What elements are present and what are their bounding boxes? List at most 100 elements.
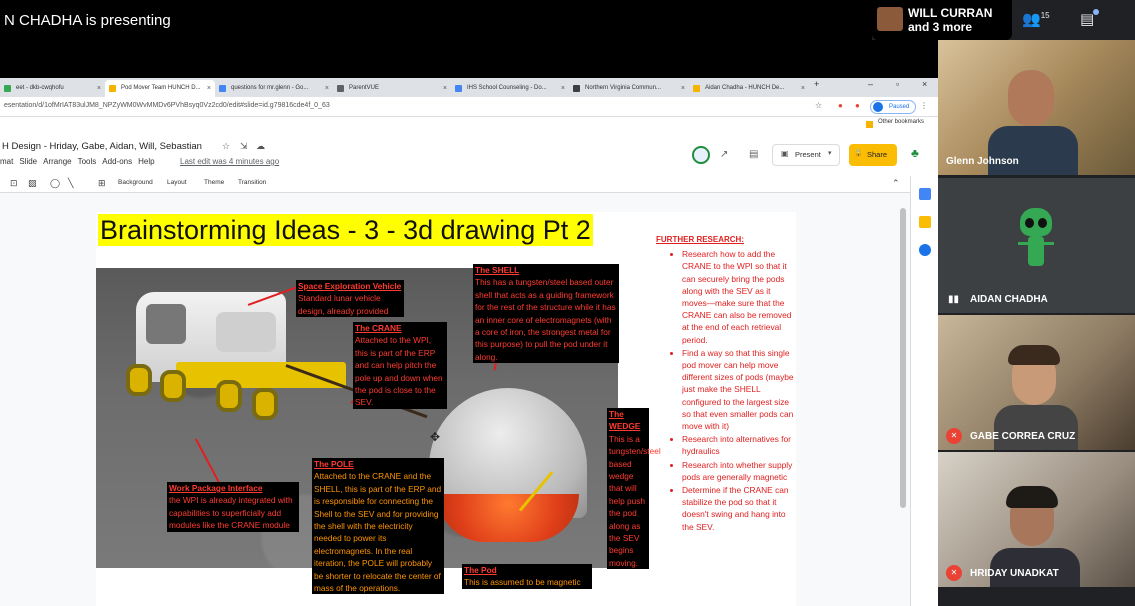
tab-favicon-icon (4, 85, 11, 92)
maximize-icon[interactable]: ▫ (896, 79, 899, 89)
keep-icon[interactable] (919, 216, 931, 228)
url-text: esentation/d/1ofMrIAT83ulJM8_NPZyWM0WvMM… (4, 102, 330, 109)
theme-button[interactable]: Theme (204, 179, 224, 186)
menu-tools[interactable]: Tools (78, 157, 97, 166)
close-icon[interactable]: × (561, 80, 565, 97)
alien-arm (1044, 242, 1054, 245)
chat-icon[interactable]: ▤ (1080, 10, 1094, 28)
present-icon: ▣ (781, 149, 789, 158)
activity-icon[interactable]: ↗ (720, 149, 728, 160)
rover-wheel (126, 364, 152, 396)
participant-hair (1006, 486, 1058, 508)
close-icon[interactable]: × (443, 80, 447, 97)
user-avatar-icon[interactable]: ♣ (911, 146, 919, 160)
people-icon[interactable]: 👥15 (1022, 10, 1050, 28)
extension-icon[interactable]: ● (838, 101, 843, 110)
slide[interactable]: Brainstorming Ideas - 3 - 3d drawing Pt … (96, 212, 796, 606)
label-shell-text: This has a tungsten/steel based outer sh… (475, 277, 616, 362)
tab-2[interactable]: questions for mr.glenn - Go... × (215, 80, 333, 97)
label-pod: The Pod This is assumed to be magnetic (462, 564, 592, 589)
new-tab-icon[interactable]: + (814, 79, 819, 89)
image-icon[interactable]: ▨ (28, 178, 37, 189)
move-icon[interactable]: ⇲ (240, 141, 248, 152)
participant-tile-hriday[interactable]: ✕ HRIDAY UNADKAT (938, 452, 1135, 587)
minimize-icon[interactable]: – (868, 79, 873, 89)
label-crane: The CRANE Attached to the WPI, this is pa… (353, 322, 447, 409)
close-icon[interactable]: × (801, 80, 805, 97)
rover-wheel (252, 388, 278, 420)
extension-icon[interactable]: ● (855, 101, 860, 110)
layout-button[interactable]: Layout (167, 179, 187, 186)
comment-add-icon[interactable]: ⊞ (98, 178, 106, 189)
scrollbar[interactable] (900, 208, 906, 508)
transition-button[interactable]: Transition (238, 179, 266, 186)
participant-tile-aidan[interactable]: ▮▮ AIDAN CHADHA (938, 178, 1135, 313)
label-wedge-text: This is a tungsten/steel based wedge tha… (609, 433, 661, 568)
close-window-icon[interactable]: × (922, 79, 927, 89)
textbox-icon[interactable]: ⊡ (10, 178, 18, 189)
lock-icon: 🔒 (854, 150, 863, 157)
collapse-icon[interactable]: ⌃ (892, 178, 900, 189)
rover-frame (176, 362, 346, 388)
other-bookmarks[interactable]: Other bookmarks (878, 119, 924, 125)
close-icon[interactable]: × (325, 80, 329, 97)
editing-toolbar: ⊡ ▨ ◯ ╲ ⊞ Background Layout Theme Transi… (0, 176, 910, 193)
further-research: FURTHER RESEARCH: Research how to add th… (656, 234, 794, 534)
menu-add-ons[interactable]: Add-ons (102, 157, 132, 166)
address-bar[interactable]: esentation/d/1ofMrIAT83ulJM8_NPZyWM0WvMM… (0, 97, 938, 117)
participant-shirt (988, 126, 1078, 175)
tasks-icon[interactable] (919, 244, 931, 256)
tab-favicon-icon (337, 85, 344, 92)
rover-wheel (216, 380, 242, 412)
label-sev-heading: Space Exploration Vehicle (298, 281, 402, 291)
menu-arrange[interactable]: Arrange (43, 157, 71, 166)
participant-hair (1008, 345, 1060, 365)
cloud-icon[interactable]: ☁ (256, 141, 265, 152)
document-title[interactable]: H Design - Hriday, Gabe, Aidan, Will, Se… (2, 141, 202, 152)
participant-name: Glenn Johnson (946, 156, 1019, 167)
tab-label: eet - dkb-cwqhofu (16, 85, 64, 91)
star-icon[interactable]: ☆ (815, 101, 822, 110)
tab-6[interactable]: Aidan Chadha - HUNCH De... × (689, 80, 809, 97)
tab-5[interactable]: Northern Virginia Commun... × (569, 80, 689, 97)
close-icon[interactable]: × (681, 80, 685, 97)
close-icon[interactable]: × (97, 80, 101, 97)
tab-favicon-icon (109, 85, 116, 92)
last-edit-link[interactable]: Last edit was 4 minutes ago (180, 157, 279, 166)
side-panel (910, 176, 938, 606)
calendar-icon[interactable] (919, 188, 931, 200)
tab-4[interactable]: IHS School Counseling - Do... × (451, 80, 569, 97)
tab-favicon-icon (455, 85, 462, 92)
participant-face (1008, 70, 1054, 126)
line-icon[interactable]: ╲ (68, 178, 73, 189)
close-icon[interactable]: × (207, 80, 211, 97)
shape-icon[interactable]: ◯ (50, 178, 60, 189)
tab-label: Northern Virginia Commun... (585, 85, 661, 91)
participant-count: 15 (1040, 11, 1050, 20)
mic-off-icon: ✕ (946, 428, 962, 444)
research-item: Find a way so that this single pod mover… (682, 347, 794, 432)
active-speaker-names: WILL CURRAN and 3 more (908, 6, 992, 34)
meet-presentation-bar: N CHADHA is presenting (0, 0, 938, 78)
tab-0[interactable]: eet - dkb-cwqhofu × (0, 80, 105, 97)
presenting-label: N CHADHA is presenting (4, 12, 171, 29)
screen: N CHADHA is presenting WILL CURRAN and 3… (0, 0, 1135, 606)
tab-label: ParentVUE (349, 85, 380, 91)
menu-help[interactable]: Help (138, 157, 154, 166)
menu-slide[interactable]: Slide (19, 157, 37, 166)
participant-tile-glenn[interactable]: Glenn Johnson (938, 40, 1135, 175)
comment-icon[interactable]: ▤ (749, 149, 758, 160)
bookmarks-bar: Other bookmarks (0, 117, 938, 131)
star-icon[interactable]: ☆ (222, 141, 230, 152)
menu-dots-icon[interactable]: ⋮ (920, 101, 928, 110)
tab-1[interactable]: Pod Mover Team HUNCH D... × (105, 80, 215, 97)
meet-presenting-icon[interactable] (692, 146, 710, 164)
participant-name: AIDAN CHADHA (970, 294, 1048, 305)
background-button[interactable]: Background (118, 179, 153, 186)
participant-tile-gabe[interactable]: ✕ GABE CORREA CRUZ (938, 315, 1135, 450)
folder-icon (866, 121, 873, 128)
chevron-down-icon[interactable]: ▾ (828, 149, 832, 157)
menu-format[interactable]: mat (0, 157, 13, 166)
tab-3[interactable]: ParentVUE × (333, 80, 451, 97)
label-pod-text: This is assumed to be magnetic (464, 577, 581, 588)
